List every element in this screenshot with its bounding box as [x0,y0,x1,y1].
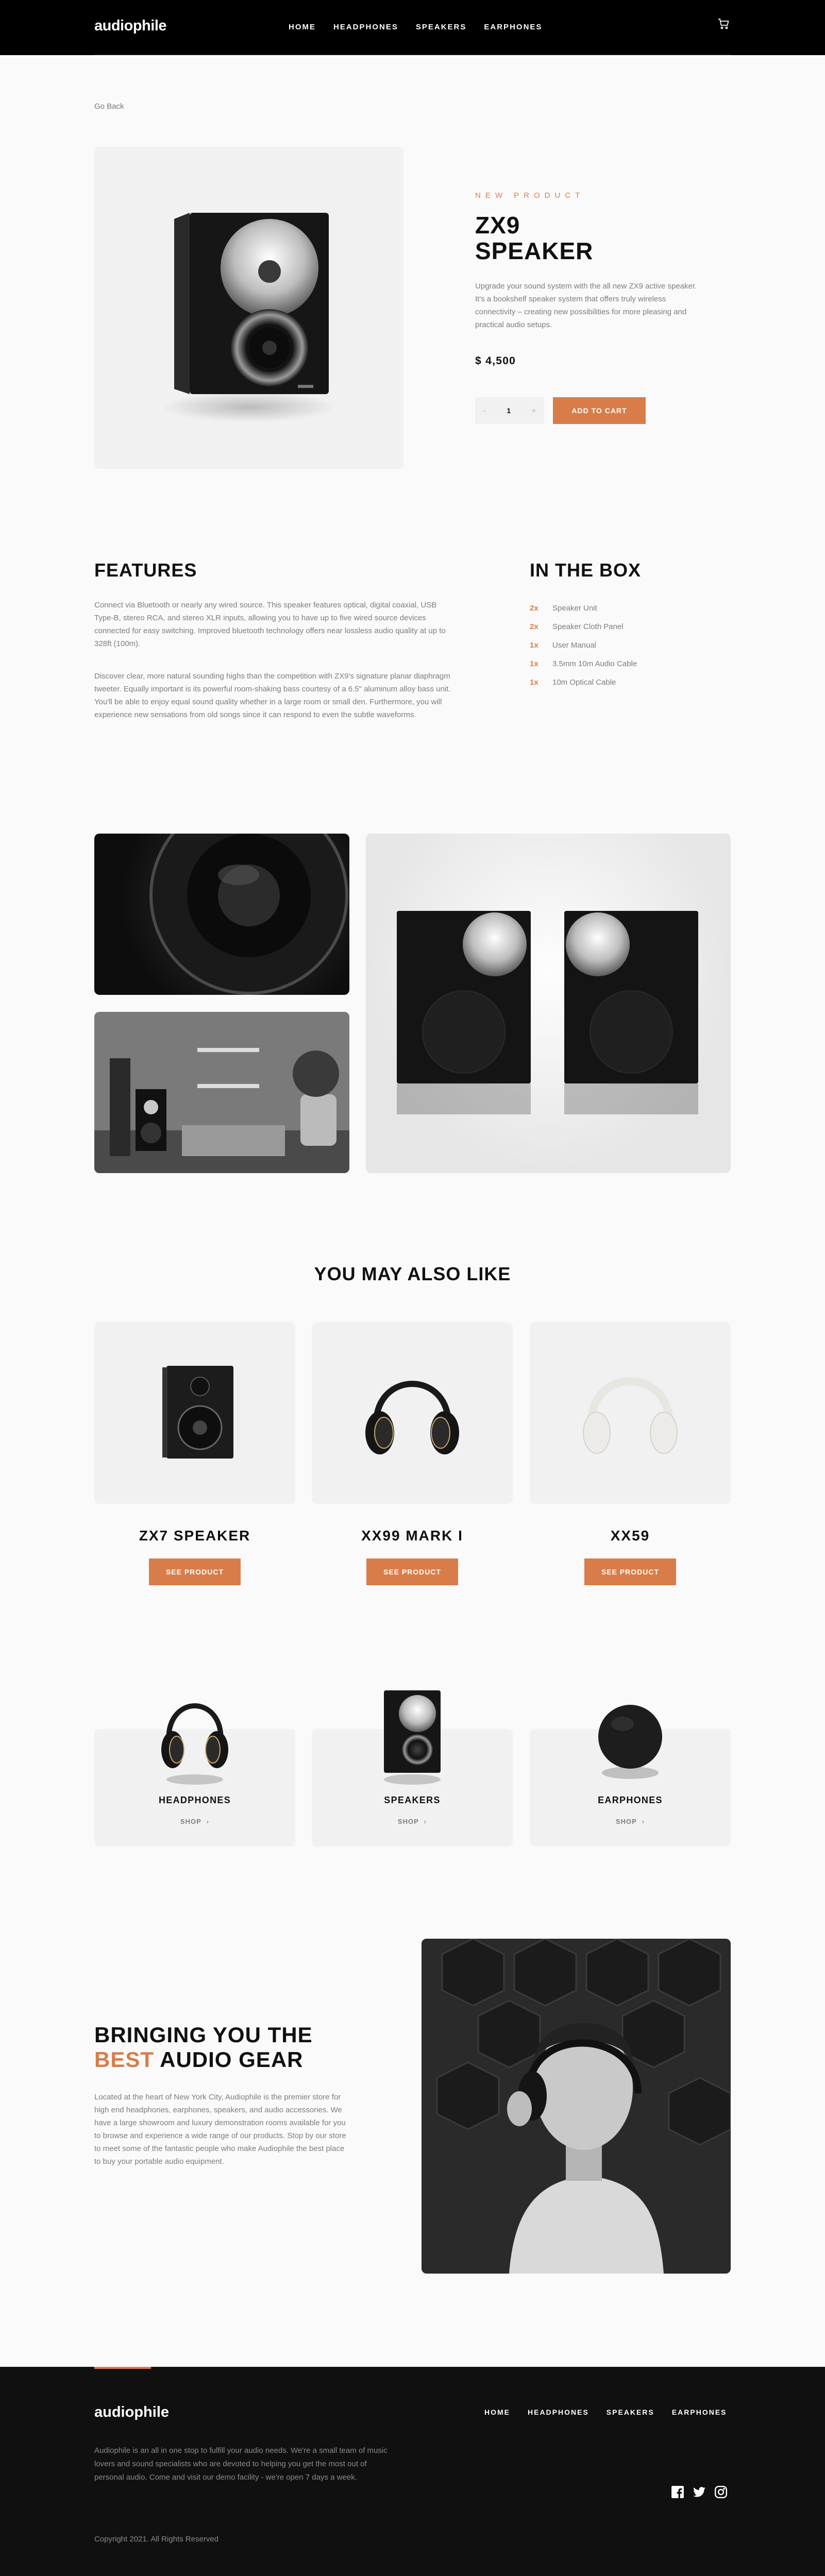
cart-icon[interactable] [717,18,730,30]
quantity-value: 1 [507,406,511,415]
category-card-speakers[interactable]: SPEAKERS SHOP › [312,1690,513,1846]
footer-nav-home[interactable]: HOME [484,2408,510,2416]
in-the-box-list: 2x Speaker Unit 2x Speaker Cloth Panel 1x U… [530,599,637,691]
decrease-button[interactable]: - [483,406,486,415]
footer-copyright: Copyright 2021. All Rights Reserved [94,2535,218,2544]
category-name: EARPHONES [598,1795,663,1805]
category-card-earphones[interactable]: EARPHONES SHOP › [530,1705,731,1846]
also-like-heading: YOU MAY ALSO LIKE [314,1263,511,1284]
category-thumbnail [156,1683,233,1788]
see-product-button[interactable]: SEE PRODUCT [584,1558,676,1585]
item-qty: 2x [530,603,538,613]
item-name: 3.5mm 10m Audio Cable [552,659,637,668]
nav-home[interactable]: HOME [289,23,316,31]
footer-logo[interactable]: audiophile [94,2404,169,2421]
list-item: 1x 3.5mm 10m Audio Cable [530,654,637,673]
footer-nav-speakers[interactable]: SPEAKERS [607,2408,654,2416]
item-name: 10m Optical Cable [552,677,616,687]
facebook-icon[interactable] [671,2485,684,2499]
list-item: 2x Speaker Unit [530,599,637,617]
item-name: Speaker Cloth Panel [552,622,624,631]
recommendation-name: XX99 MARK I [361,1528,463,1544]
list-item: 1x 10m Optical Cable [530,673,637,691]
item-qty: 1x [530,659,538,668]
item-qty: 1x [530,640,538,650]
gallery-image-room [94,1012,349,1173]
see-product-button[interactable]: SEE PRODUCT [366,1558,458,1585]
product-overline: NEW PRODUCT [475,191,585,200]
footer-nav-earphones[interactable]: EARPHONES [672,2408,727,2416]
product-thumbnail-xx99-mark-i [312,1322,513,1504]
recommendation-name: XX59 [610,1528,650,1544]
product-image [94,147,403,469]
category-thumbnail [374,1683,451,1788]
category-thumbnail [592,1683,669,1788]
footer-accent-bar [94,2367,151,2369]
quantity-stepper: - 1 + [475,397,544,424]
about-heading-accent: BEST [94,2047,155,2072]
main-nav: HOME HEADPHONES SPEAKERS EARPHONES [289,23,542,31]
recommendation-card: XX99 MARK I SEE PRODUCT [312,1322,513,1585]
shop-link[interactable]: SHOP › [530,1818,731,1825]
product-thumbnail-zx7 [94,1322,295,1504]
product-thumbnail-xx59 [530,1322,731,1504]
increase-button[interactable]: + [532,406,536,415]
shop-link[interactable]: SHOP › [312,1818,513,1825]
recommendation-card: ZX7 SPEAKER SEE PRODUCT [94,1322,295,1585]
nav-headphones[interactable]: HEADPHONES [333,23,398,31]
shop-label: SHOP [615,1818,637,1825]
site-header: audiophile HOME HEADPHONES SPEAKERS EARP… [0,0,825,55]
add-to-cart-button[interactable]: ADD TO CART [553,397,646,424]
shop-link[interactable]: SHOP › [94,1818,295,1825]
site-footer: audiophile HOME HEADPHONES SPEAKERS EARP… [0,2367,825,2576]
footer-nav: HOME HEADPHONES SPEAKERS EARPHONES [484,2408,727,2416]
item-name: Speaker Unit [552,603,597,613]
twitter-icon[interactable] [693,2485,706,2499]
gallery-image-speaker-pair [366,834,731,1173]
features-heading: FEATURES [94,560,197,581]
about-image-man-with-headphones [422,1939,731,2274]
chevron-right-icon: › [642,1818,645,1825]
nav-speakers[interactable]: SPEAKERS [416,23,467,31]
see-product-button[interactable]: SEE PRODUCT [149,1558,241,1585]
category-card-headphones[interactable]: HEADPHONES SHOP › [94,1703,295,1846]
nav-earphones[interactable]: EARPHONES [484,23,542,31]
category-name: SPEAKERS [384,1795,441,1805]
social-links [671,2485,728,2499]
chevron-right-icon: › [206,1818,210,1825]
features-paragraph-2: Discover clear, more natural sounding hi… [94,672,451,719]
shop-label: SHOP [180,1818,201,1825]
list-item: 2x Speaker Cloth Panel [530,617,637,636]
item-qty: 1x [530,677,538,687]
product-title: ZX9 SPEAKER [475,212,594,264]
about-heading-post: AUDIO GEAR [160,2047,304,2072]
product-price: $ 4,500 [475,355,516,367]
chevron-right-icon: › [424,1818,427,1825]
footer-description: Audiophile is an all in one stop to fulf… [94,2446,388,2482]
list-item: 1x User Manual [530,636,637,654]
go-back-link[interactable]: Go Back [94,102,124,111]
shop-label: SHOP [397,1818,419,1825]
logo[interactable]: audiophile [94,18,167,35]
footer-nav-headphones[interactable]: HEADPHONES [528,2408,589,2416]
item-name: User Manual [552,640,597,650]
features-paragraph-1: Connect via Bluetooth or nearly any wire… [94,601,446,648]
about-heading: BRINGING YOU THE BEST AUDIO GEAR [94,2023,342,2072]
recommendation-name: ZX7 SPEAKER [139,1528,251,1544]
gallery-image-woofer-closeup [94,834,349,995]
recommendation-card: XX59 SEE PRODUCT [530,1322,731,1585]
product-description: Upgrade your sound system with the all n… [475,282,697,329]
instagram-icon[interactable] [714,2485,728,2499]
in-the-box-heading: IN THE BOX [530,560,642,581]
category-name: HEADPHONES [158,1795,231,1805]
about-text: Located at the heart of New York City, A… [94,2093,346,2166]
about-heading-pre: BRINGING YOU THE [94,2023,313,2047]
item-qty: 2x [530,622,538,631]
